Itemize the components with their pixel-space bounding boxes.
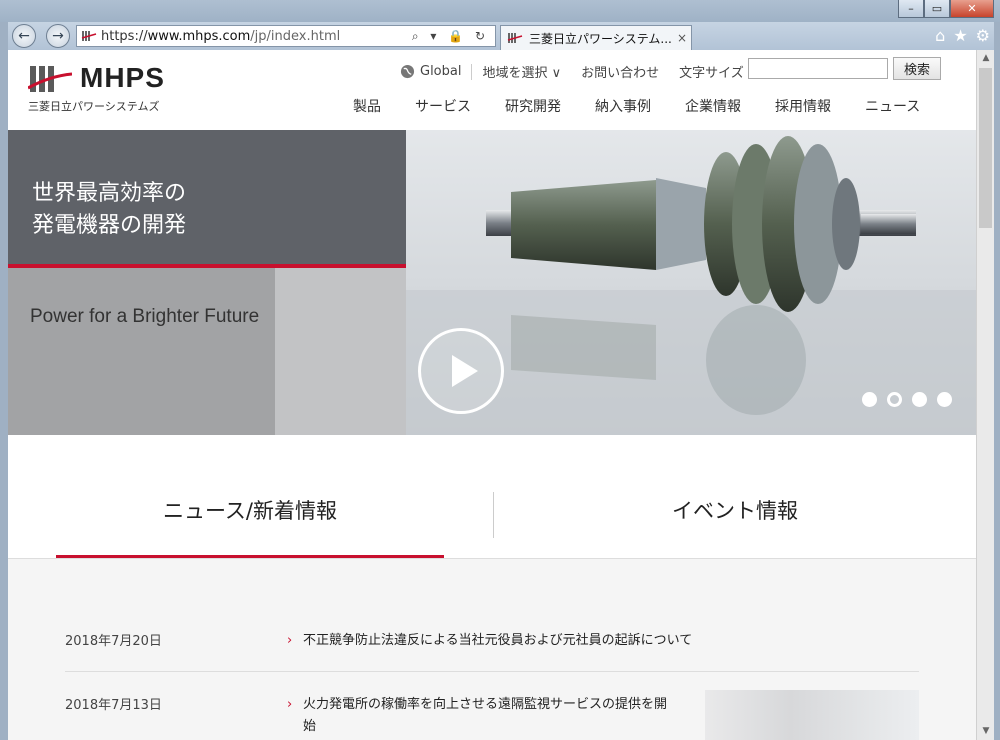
play-icon	[452, 355, 478, 387]
globe-icon	[400, 64, 415, 79]
region-select-link[interactable]: 地域を選択 ∨	[482, 62, 561, 81]
page-viewport: MHPS 三菱日立パワーシステムズ Global 地域を選択 ∨ お問い合わせ …	[8, 50, 976, 740]
hero-tagline: Power for a Brighter Future	[30, 306, 260, 327]
tab-close-icon[interactable]: ×	[673, 31, 691, 45]
main-nav: 製品 サービス 研究開発 納入事例 企業情報 採用情報 ニュース	[353, 96, 920, 116]
browser-toolbar: ← → https://www.mhps.com/jp/index.html ⌕…	[8, 22, 994, 50]
hero-title-panel[interactable]: 世界最高効率の 発電機器の開発	[8, 130, 406, 265]
tab-news[interactable]: ニュース/新着情報	[56, 495, 444, 525]
carousel-dot-1[interactable]	[862, 392, 877, 407]
tab-favicon-icon	[507, 33, 523, 43]
browser-toolbar-icons: ⌂ ★ ⚙	[935, 26, 990, 45]
scrollbar-thumb[interactable]	[979, 68, 992, 228]
utility-links: Global 地域を選択 ∨ お問い合わせ 文字サイズ	[400, 62, 744, 81]
nav-item-products[interactable]: 製品	[353, 96, 381, 116]
news-link[interactable]: › 火力発電所の稼働率を向上させる遠隔監視サービスの提供を開始	[287, 694, 679, 738]
util-separator	[471, 63, 473, 80]
chevron-right-icon: ›	[287, 697, 293, 712]
tab-title: 三菱日立パワーシステム...	[529, 31, 672, 46]
window-border-left	[0, 22, 8, 740]
favorites-star-icon[interactable]: ★	[953, 26, 967, 45]
site-logo[interactable]: MHPS 三菱日立パワーシステムズ	[28, 62, 165, 114]
scroll-down-icon[interactable]: ▼	[977, 723, 995, 740]
font-size-link[interactable]: 文字サイズ	[679, 62, 744, 81]
site-header: MHPS 三菱日立パワーシステムズ Global 地域を選択 ∨ お問い合わせ …	[8, 50, 976, 130]
forward-button[interactable]: →	[46, 24, 70, 48]
hero-turbine-image[interactable]	[406, 130, 976, 435]
url-scheme: https://	[101, 28, 148, 44]
news-link[interactable]: › 不正競争防止法違反による当社元役員および元社員の起訴について	[287, 630, 692, 652]
contact-link[interactable]: お問い合わせ	[581, 62, 659, 81]
search-button[interactable]: 検索	[893, 57, 941, 80]
maximize-button[interactable]: ▭	[924, 0, 950, 18]
home-icon[interactable]: ⌂	[935, 26, 945, 45]
news-title: 火力発電所の稼働率を向上させる遠隔監視サービスの提供を開始	[303, 697, 668, 734]
nav-item-news[interactable]: ニュース	[865, 96, 920, 116]
nav-item-careers[interactable]: 採用情報	[775, 96, 831, 116]
window-titlebar: – ▭ ✕	[0, 0, 1000, 22]
back-button[interactable]: ←	[12, 24, 36, 48]
carousel-dot-2[interactable]	[887, 392, 902, 407]
news-date: 2018年7月13日	[65, 698, 162, 713]
nav-item-cases[interactable]: 納入事例	[595, 96, 651, 116]
global-link-label: Global	[420, 64, 462, 79]
tab-events[interactable]: イベント情報	[494, 495, 976, 525]
info-tabs: ニュース/新着情報 イベント情報	[8, 435, 976, 559]
nav-item-company[interactable]: 企業情報	[685, 96, 741, 116]
url-path: /jp/index.html	[250, 28, 341, 44]
news-separator	[65, 671, 919, 672]
carousel-dot-4[interactable]	[937, 392, 952, 407]
hero-title: 世界最高効率の 発電機器の開発	[32, 181, 187, 238]
news-date: 2018年7月20日	[65, 634, 162, 649]
carousel-dots	[862, 392, 952, 407]
news-title: 不正競争防止法違反による当社元役員および元社員の起訴について	[303, 633, 693, 648]
search-input[interactable]	[748, 58, 888, 79]
address-bar[interactable]: https://www.mhps.com/jp/index.html ⌕ ▾ 🔒…	[76, 25, 496, 47]
nav-item-research[interactable]: 研究開発	[505, 96, 561, 116]
news-thumbnail-image[interactable]	[705, 690, 919, 740]
window-controls: – ▭ ✕	[898, 0, 994, 18]
play-video-button[interactable]	[418, 328, 504, 414]
hero-carousel: 世界最高効率の 発電機器の開発 Power for a Brighter Fut…	[8, 130, 976, 435]
logo-subtitle: 三菱日立パワーシステムズ	[28, 100, 160, 113]
global-link[interactable]: Global	[400, 64, 461, 79]
url-domain: www.mhps.com	[147, 28, 251, 44]
hero-tagline-panel	[8, 268, 275, 435]
mhps-logo-mark-icon	[28, 66, 72, 92]
chevron-right-icon: ›	[287, 633, 293, 648]
tools-gear-icon[interactable]: ⚙	[976, 26, 990, 45]
minimize-button[interactable]: –	[898, 0, 924, 18]
address-bar-icons[interactable]: ⌕ ▾ 🔒 ↻	[412, 29, 489, 44]
news-list: 2018年7月20日 › 不正競争防止法違反による当社元役員および元社員の起訴に…	[8, 559, 976, 740]
close-window-button[interactable]: ✕	[950, 0, 994, 18]
browser-tab[interactable]: 三菱日立パワーシステム... ×	[500, 25, 692, 50]
site-favicon-icon	[81, 31, 97, 41]
window-border-right	[994, 22, 1000, 740]
hero-tagline-panel-right	[275, 268, 406, 435]
logo-wordmark: MHPS	[80, 62, 165, 93]
carousel-dot-3[interactable]	[912, 392, 927, 407]
page-scrollbar[interactable]: ▲ ▼	[976, 50, 994, 740]
scroll-up-icon[interactable]: ▲	[977, 50, 995, 67]
nav-item-services[interactable]: サービス	[415, 96, 471, 116]
